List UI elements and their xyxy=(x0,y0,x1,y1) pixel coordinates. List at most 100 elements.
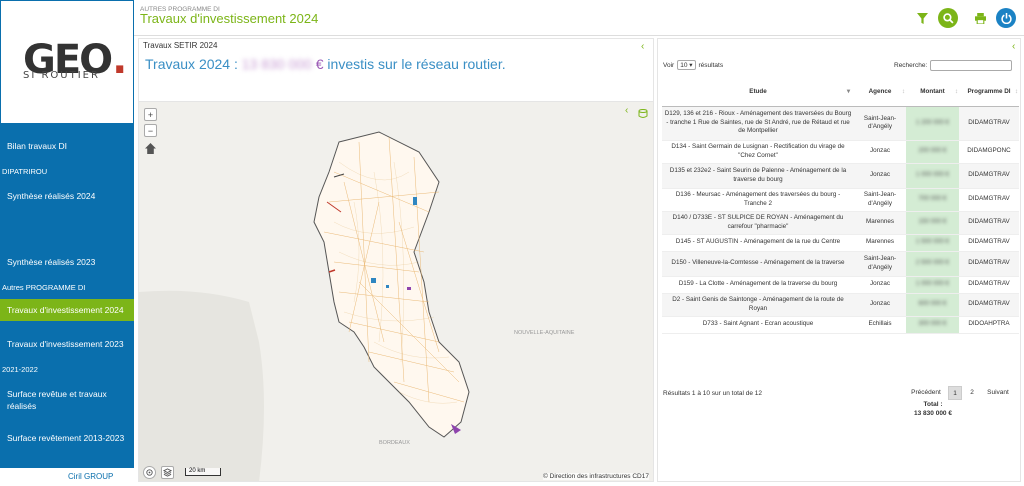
cell-etude: D145 - ST AUGUSTIN - Aménagement de la r… xyxy=(662,234,854,252)
locate-icon[interactable] xyxy=(143,466,156,479)
print-icon[interactable] xyxy=(970,8,990,28)
cell-etude: D136 - Meursac - Aménagement des travers… xyxy=(662,188,854,212)
page-title: Travaux d'investissement 2024 xyxy=(140,11,319,26)
map-label-region: NOUVELLE-AQUITAINE xyxy=(514,330,575,336)
filter-icon[interactable] xyxy=(912,8,932,28)
cell-etude: D129, 136 et 216 - Rioux - Aménagement d… xyxy=(662,106,854,141)
cell-agence: Echillais xyxy=(854,316,906,334)
top-bar: AUTRES PROGRAMME DI Travaux d'investisse… xyxy=(134,0,1024,36)
sidebar-section-autres: Autres PROGRAMME DI xyxy=(2,283,86,292)
results-table: Etude ▾ Agence ↕ Montant ↕ Programme DI ↕ D1… xyxy=(662,78,1019,334)
cell-programme: DIDAMGTRAV xyxy=(959,234,1019,252)
map-label-city: BORDEAUX xyxy=(379,440,410,446)
logo-subtitle: SI ROUTIER xyxy=(23,70,100,81)
cell-programme: DIDOAHPTRA xyxy=(959,316,1019,334)
home-icon[interactable] xyxy=(144,142,157,155)
sidebar-item-travaux-2024[interactable]: Travaux d'investissement 2024 xyxy=(0,299,134,321)
sidebar-section-2021: 2021-2022 xyxy=(2,365,38,374)
map-scale: 20 km xyxy=(185,468,221,476)
cell-programme: DIDAMGTRAV xyxy=(959,163,1019,189)
amount-value: 150 000 € xyxy=(918,218,947,226)
cell-programme: DIDAMGPONC xyxy=(959,140,1019,164)
amount-value: 1 000 000 € xyxy=(915,280,950,288)
pager-previous[interactable]: Précédent xyxy=(910,386,942,400)
page-size-select[interactable]: 10 ▾ xyxy=(677,60,696,70)
amount-value: 1 200 000 € xyxy=(915,118,950,126)
cell-agence: Jonzac xyxy=(854,276,906,294)
zoom-out-button[interactable]: − xyxy=(144,124,157,137)
total-value: 13 830 000 € xyxy=(914,410,952,417)
cell-agence: Saint-Jean-d'Angély xyxy=(854,188,906,212)
map[interactable]: NOUVELLE-AQUITAINE BORDEAUX + − ‹ 20 km … xyxy=(139,101,653,481)
table-row[interactable]: D159 - La Clotte - Aménagement de la tra… xyxy=(662,276,1019,294)
column-header-agence[interactable]: Agence ↕ xyxy=(854,78,906,107)
page-size-control: Voir 10 ▾ résultats xyxy=(663,60,723,70)
table-row[interactable]: D2 - Saint Genis de Saintonge - Aménagem… xyxy=(662,293,1019,317)
cell-agence: Marennes xyxy=(854,234,906,252)
cell-programme: DIDAMGTRAV xyxy=(959,106,1019,141)
cell-agence: Marennes xyxy=(854,211,906,235)
cell-etude: D134 - Saint Germain de Lusignan - Recti… xyxy=(662,140,854,164)
cell-etude: D159 - La Clotte - Aménagement de la tra… xyxy=(662,276,854,294)
cell-montant: 1 000 000 € xyxy=(906,276,959,294)
cell-montant: 1 500 000 € xyxy=(906,234,959,252)
column-header-montant[interactable]: Montant ↕ xyxy=(906,78,959,107)
layers-icon[interactable] xyxy=(161,466,174,479)
collapse-chevron-icon[interactable]: ‹ xyxy=(641,41,644,52)
search-input[interactable] xyxy=(930,60,1012,71)
cell-montant: 200 000 € xyxy=(906,140,959,164)
amount-value: 1 000 000 € xyxy=(915,171,950,179)
logo[interactable]: GEO. SI ROUTIER xyxy=(0,0,134,124)
footer-brand[interactable]: Ciril GROUP xyxy=(0,468,134,486)
panel-title: Travaux SETIR 2024 xyxy=(143,41,218,50)
table-row[interactable]: D733 - Saint Agnant - Ecran acoustique Ec… xyxy=(662,316,1019,334)
column-header-programme[interactable]: Programme DI ↕ xyxy=(959,78,1019,107)
map-attribution: © Direction des infrastructures CD17 xyxy=(543,473,649,480)
cell-montant: 2 500 000 € xyxy=(906,251,959,277)
table-row[interactable]: D129, 136 et 216 - Rioux - Aménagement d… xyxy=(662,106,1019,141)
cell-agence: Jonzac xyxy=(854,293,906,317)
headline-prefix: Travaux 2024 : xyxy=(145,56,242,72)
cell-montant: 150 000 € xyxy=(906,211,959,235)
sidebar-item-bilan[interactable]: Bilan travaux DI xyxy=(0,140,134,152)
total: Total : 13 830 000 € xyxy=(903,400,963,418)
cell-programme: DIDAMGTRAV xyxy=(959,276,1019,294)
table-row[interactable]: D136 - Meursac - Aménagement des travers… xyxy=(662,188,1019,212)
results-info: Résultats 1 à 10 sur un total de 12 xyxy=(663,390,763,397)
headline-currency: € xyxy=(315,56,324,72)
pager-page-1[interactable]: 1 xyxy=(948,386,962,400)
cell-montant: 1 000 000 € xyxy=(906,163,959,189)
amount-value: 2 500 000 € xyxy=(915,259,950,267)
pager-next[interactable]: Suivant xyxy=(984,386,1012,400)
headline-suffix: investis sur le réseau routier. xyxy=(323,56,506,72)
sidebar-item-surface-revetue[interactable]: Surface revêtue et travaux réalisés xyxy=(0,388,120,412)
map-collapse-icon[interactable]: ‹ xyxy=(625,105,628,116)
amount-value: 600 000 € xyxy=(918,300,947,308)
table-row[interactable]: D134 - Saint Germain de Lusignan - Recti… xyxy=(662,140,1019,164)
cell-montant: 700 000 € xyxy=(906,188,959,212)
total-label: Total : xyxy=(923,401,943,408)
table-row[interactable]: D145 - ST AUGUSTIN - Aménagement de la r… xyxy=(662,234,1019,252)
cell-programme: DIDAMGTRAV xyxy=(959,293,1019,317)
sidebar-item-synthese-2023[interactable]: Synthèse réalisés 2023 xyxy=(0,256,134,268)
sidebar-item-travaux-2023[interactable]: Travaux d'investissement 2023 xyxy=(0,338,134,350)
zoom-in-button[interactable]: + xyxy=(144,108,157,121)
power-icon[interactable] xyxy=(996,8,1016,28)
headline: Travaux 2024 : 13 830 000 € investis sur… xyxy=(145,56,506,72)
pager-page-2[interactable]: 2 xyxy=(965,386,979,400)
sidebar-item-surface-revetement[interactable]: Surface revêtement 2013-2023 xyxy=(0,432,134,444)
cell-agence: Jonzac xyxy=(854,163,906,189)
table-row[interactable]: D140 / D733E - ST SULPICE DE ROYAN - Amé… xyxy=(662,211,1019,235)
table-collapse-icon[interactable]: ‹ xyxy=(1012,41,1015,52)
table-row[interactable]: D135 et 232e2 - Saint Seurin de Palenne … xyxy=(662,163,1019,189)
headline-amount: 13 830 000 xyxy=(241,56,312,72)
search-icon[interactable] xyxy=(938,8,958,28)
amount-value: 200 000 € xyxy=(918,147,947,155)
cell-agence: Saint-Jean-d'Angély xyxy=(854,106,906,141)
column-header-etude[interactable]: Etude ▾ xyxy=(662,78,854,107)
cell-etude: D140 / D733E - ST SULPICE DE ROYAN - Amé… xyxy=(662,211,854,235)
sidebar-item-synthese-2024[interactable]: Synthèse réalisés 2024 xyxy=(0,190,134,202)
layers-settings-icon[interactable] xyxy=(638,106,648,118)
table-row[interactable]: D150 - Villeneuve-la-Comtesse - Aménagem… xyxy=(662,251,1019,277)
cell-etude: D733 - Saint Agnant - Ecran acoustique xyxy=(662,316,854,334)
